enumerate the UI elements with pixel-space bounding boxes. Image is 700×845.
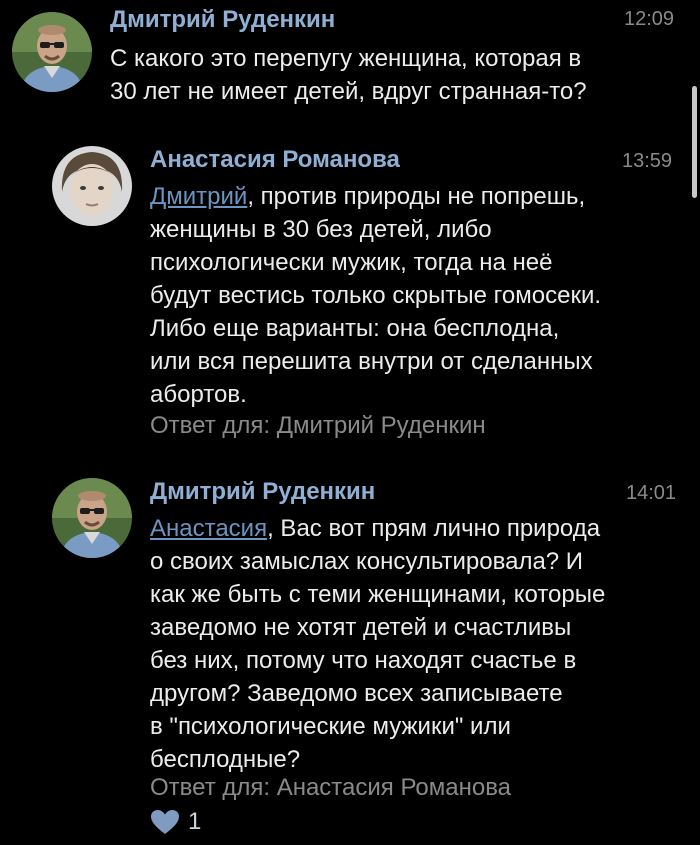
comment-time: 13:59 <box>622 150 673 172</box>
like-count: 1 <box>188 808 202 835</box>
comment-time: 12:09 <box>624 8 675 30</box>
comment-author[interactable]: Анастасия Романова <box>150 146 400 174</box>
mention-link[interactable]: Дмитрий <box>150 183 247 210</box>
comment-line: в "психологические мужики" или <box>150 713 511 740</box>
scrollbar[interactable] <box>692 86 697 198</box>
comment-line: Дмитрий, против природы не попрешь, <box>150 180 690 213</box>
avatar[interactable] <box>12 12 92 92</box>
comment-line: или вся перешита внутри от сделанных <box>150 348 593 375</box>
comment-line: без них, потому что находят счастье в <box>150 647 577 674</box>
comment-line: Либо еще варианты: она бесплодна, <box>150 315 560 342</box>
avatar[interactable] <box>52 146 132 226</box>
heart-icon <box>151 810 179 834</box>
comment-time: 14:01 <box>626 482 677 504</box>
comment-line: заведомо не хотят детей и счастливы <box>150 614 572 641</box>
comment-author[interactable]: Дмитрий Руденкин <box>150 478 375 506</box>
like-button[interactable]: 1 <box>150 808 201 836</box>
comment-text: С какого это перепугу женщина, которая в… <box>110 42 685 108</box>
reply-to-link[interactable]: Ответ для: Анастасия Романова <box>150 774 511 802</box>
comment-line: С какого это перепугу женщина, которая в <box>110 45 582 72</box>
comment-line-text: , Вас вот прям лично природа <box>267 515 601 542</box>
comment-line: будут вестись только скрытые гомосеки. <box>150 282 602 309</box>
comment-line: женщины в 30 без детей, либо <box>150 216 492 243</box>
mention-link[interactable]: Анастасия <box>150 515 267 542</box>
comment-thread: Дмитрий Руденкин 12:09 С какого это пере… <box>0 0 700 845</box>
comment-line: бесплодные? <box>150 746 301 773</box>
comment-line: о своих замыслах консультировала? И <box>150 548 584 575</box>
comment-line: психологически мужик, тогда на неё <box>150 249 553 276</box>
comment-line-text: , против природы не попрешь, <box>247 183 586 210</box>
comment-line: абортов. <box>150 381 247 408</box>
comment-line: другом? Заведомо всех записываете <box>150 680 563 707</box>
comment-author[interactable]: Дмитрий Руденкин <box>110 6 335 34</box>
comment-line: 30 лет не имеет детей, вдруг странная-то… <box>110 78 587 105</box>
comment-line: Анастасия, Вас вот прям лично природа <box>150 512 695 545</box>
comment-text: Анастасия, Вас вот прям лично природа о … <box>150 512 695 776</box>
comment-line: как же быть с теми женщинами, которые <box>150 581 606 608</box>
avatar[interactable] <box>52 478 132 558</box>
reply-to-link[interactable]: Ответ для: Дмитрий Руденкин <box>150 412 486 440</box>
comment-text: Дмитрий, против природы не попрешь, женщ… <box>150 180 690 411</box>
